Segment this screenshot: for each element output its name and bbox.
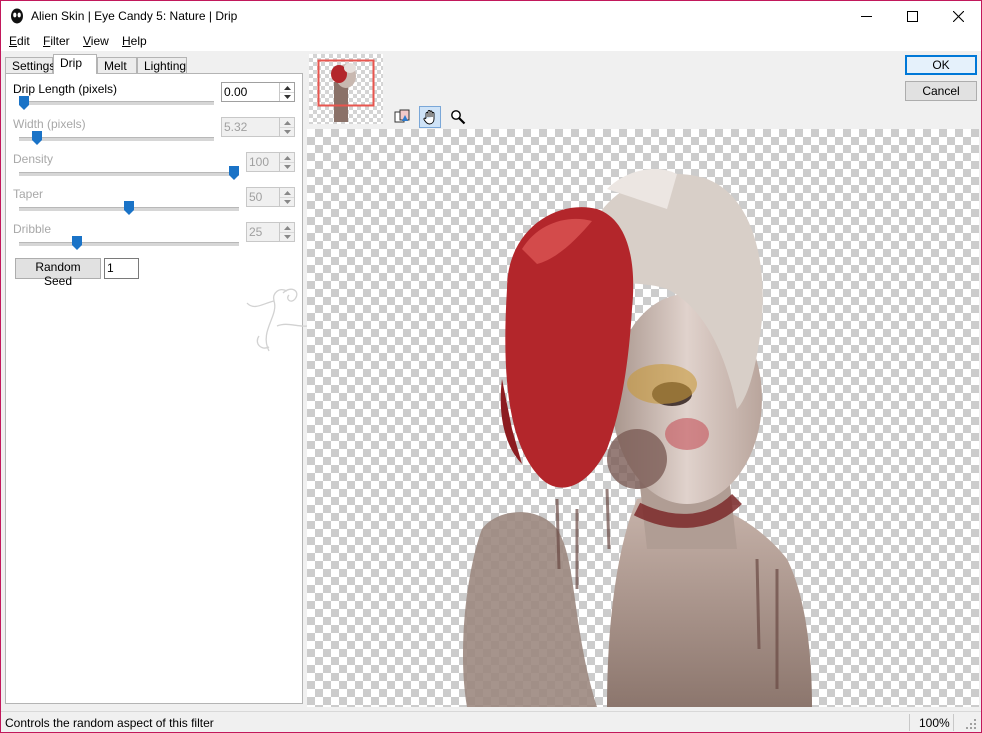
alien-skin-logo-icon — [11, 8, 23, 24]
dribble-slider-thumb[interactable] — [71, 236, 82, 250]
cancel-button[interactable]: Cancel — [905, 81, 977, 101]
width-label: Width (pixels) — [13, 117, 86, 131]
menu-view-mnemonic: V — [83, 34, 91, 48]
window-title: Alien Skin | Eye Candy 5: Nature | Drip — [31, 9, 238, 23]
spin-down-icon — [283, 129, 291, 134]
dribble-spin-buttons — [279, 223, 294, 241]
spin-down-icon — [283, 234, 291, 239]
tab-melt[interactable]: Melt — [97, 57, 137, 74]
hand-icon — [423, 110, 435, 125]
dribble-spinbox[interactable] — [246, 222, 295, 242]
menu-help-mnemonic: H — [122, 34, 131, 48]
drip-length-spinbox[interactable] — [221, 82, 295, 102]
maximize-button[interactable] — [889, 1, 935, 31]
zoom-level: 100% — [919, 716, 950, 730]
density-slider-thumb[interactable] — [229, 166, 239, 180]
menu-edit-mnemonic: E — [9, 34, 18, 48]
density-label: Density — [13, 152, 54, 166]
menu-bar: Edit Filter View Help — [1, 31, 981, 51]
drip-length-slider-track[interactable] — [19, 101, 214, 105]
drip-length-spin-down[interactable] — [280, 92, 294, 101]
drip-length-slider-thumb[interactable] — [19, 96, 29, 110]
width-input[interactable] — [224, 120, 264, 134]
spin-up-icon — [283, 190, 291, 195]
status-bar: Controls the random aspect of this filte… — [1, 711, 981, 732]
maximize-icon — [906, 10, 918, 22]
width-slider-track[interactable] — [19, 137, 214, 141]
minimize-icon — [860, 15, 872, 17]
menu-view[interactable]: View — [83, 34, 109, 48]
spin-up-icon — [283, 155, 291, 160]
preview-navigator-image — [317, 59, 375, 122]
density-spinbox[interactable] — [246, 152, 295, 172]
tab-drip[interactable]: Drip — [53, 54, 97, 74]
minimize-button[interactable] — [843, 1, 889, 31]
width-spinbox[interactable] — [221, 117, 295, 137]
eye-candy-dialog: Alien Skin | Eye Candy 5: Nature | Drip … — [0, 0, 982, 733]
width-spin-down[interactable] — [280, 127, 294, 136]
hand-tool[interactable] — [419, 106, 441, 128]
spin-down-icon — [283, 164, 291, 169]
spin-up-icon — [283, 225, 291, 230]
random-seed-button[interactable]: Random Seed — [15, 258, 101, 288]
drip-length-input[interactable] — [224, 85, 264, 99]
taper-spinbox[interactable] — [246, 187, 295, 207]
taper-label: Taper — [13, 187, 44, 201]
status-separator — [953, 714, 954, 731]
dribble-label: Dribble — [13, 222, 52, 236]
compare-tool[interactable] — [391, 106, 413, 128]
zoom-icon — [451, 110, 466, 125]
close-button[interactable] — [935, 1, 981, 31]
dribble-input[interactable] — [249, 225, 277, 239]
taper-input[interactable] — [249, 190, 277, 204]
preview-canvas[interactable] — [307, 129, 979, 707]
menu-help[interactable]: Help — [122, 34, 147, 48]
density-spin-buttons — [279, 153, 294, 171]
tab-settings[interactable]: Settings — [5, 57, 55, 74]
spin-up-icon — [283, 120, 291, 125]
status-message: Controls the random aspect of this filte… — [5, 716, 214, 730]
menu-help-label: elp — [130, 34, 147, 48]
menu-view-label: iew — [90, 34, 109, 48]
zoom-tool[interactable] — [447, 106, 469, 128]
preview-navigator[interactable] — [309, 54, 383, 124]
density-slider-track[interactable] — [19, 172, 239, 176]
resize-grip-icon[interactable] — [965, 718, 977, 730]
random-seed-field[interactable] — [104, 258, 139, 279]
density-spin-down[interactable] — [280, 162, 294, 171]
menu-filter-label: ilter — [50, 34, 70, 48]
spin-down-icon — [283, 199, 291, 204]
compare-icon — [394, 109, 410, 123]
menu-edit[interactable]: Edit — [9, 34, 30, 48]
taper-spin-buttons — [279, 188, 294, 206]
spin-up-icon — [283, 85, 291, 90]
dribble-slider-track[interactable] — [19, 242, 239, 246]
title-bar[interactable]: Alien Skin | Eye Candy 5: Nature | Drip — [1, 1, 981, 31]
preview-image — [462, 169, 812, 707]
width-slider-thumb[interactable] — [31, 131, 42, 145]
menu-filter[interactable]: Filter — [43, 34, 70, 48]
drip-length-spin-buttons — [279, 83, 294, 101]
status-separator — [909, 714, 910, 731]
dribble-spin-down[interactable] — [280, 232, 294, 241]
menu-edit-label: dit — [17, 34, 30, 48]
width-spin-buttons — [279, 118, 294, 136]
drip-length-label: Drip Length (pixels) — [13, 82, 118, 96]
taper-slider-thumb[interactable] — [124, 201, 134, 215]
spin-down-icon — [283, 94, 291, 99]
density-input[interactable] — [249, 155, 277, 169]
random-seed-input[interactable] — [107, 261, 135, 275]
ok-button[interactable]: OK — [905, 55, 977, 75]
taper-spin-down[interactable] — [280, 197, 294, 206]
tab-lighting[interactable]: Lighting — [137, 57, 187, 74]
close-icon — [952, 10, 964, 22]
